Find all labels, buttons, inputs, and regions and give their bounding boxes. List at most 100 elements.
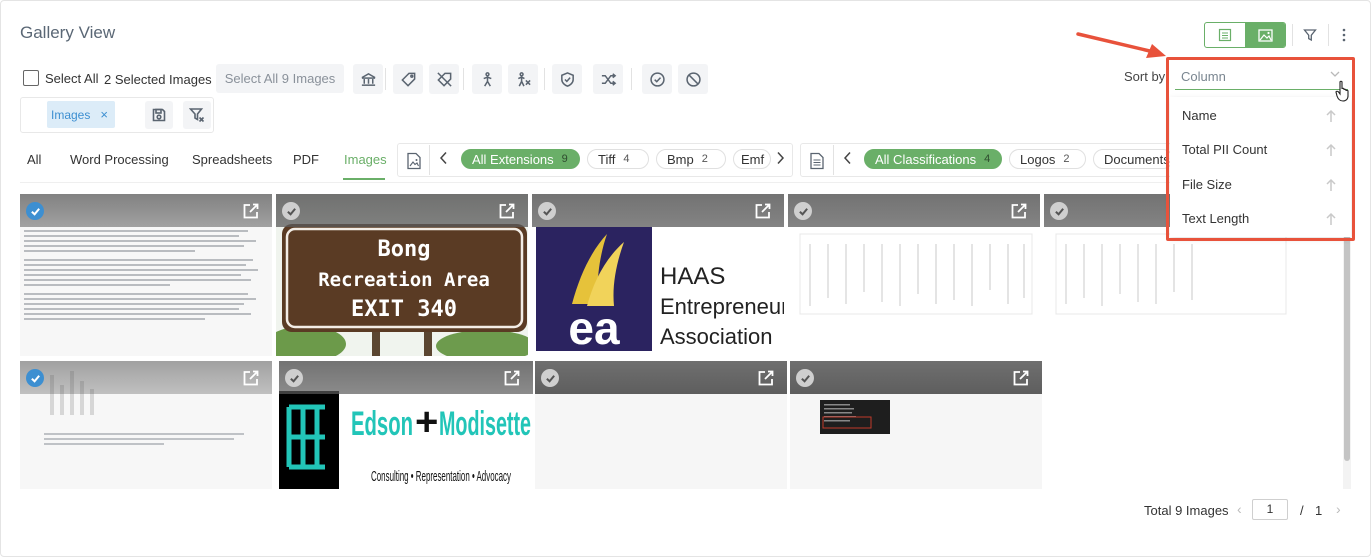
tab-spreadsheets[interactable]: Spreadsheets: [192, 152, 272, 167]
remove-tag-button[interactable]: [429, 64, 459, 94]
open-external-button[interactable]: [503, 369, 521, 387]
pill-count: 4: [623, 153, 630, 165]
bank-button[interactable]: [353, 64, 383, 94]
tab-word-processing[interactable]: Word Processing: [70, 152, 169, 167]
total-images: Total 9 Images: [1144, 503, 1229, 518]
approve-button[interactable]: [642, 64, 672, 94]
select-all-checkbox[interactable]: Select All: [23, 70, 98, 86]
open-external-button[interactable]: [1010, 202, 1028, 220]
more-options-button[interactable]: [1334, 22, 1354, 48]
svg-text:Recreation Area: Recreation Area: [318, 269, 490, 291]
card-select-checkbox[interactable]: [794, 202, 812, 220]
svg-text:ea: ea: [568, 302, 620, 354]
divider: [1292, 24, 1293, 46]
pill-count: 9: [561, 153, 568, 165]
card-select-checkbox[interactable]: [282, 202, 300, 220]
tag-icon: [400, 72, 415, 87]
filter-chip-images[interactable]: Images ×: [47, 101, 115, 128]
sort-label: Sort by: [1124, 69, 1166, 84]
svg-text:Bong: Bong: [378, 237, 431, 262]
image-gallery: Bong Recreation Area EXIT 340 ea HAAS En…: [20, 194, 1342, 489]
gallery-card[interactable]: [20, 194, 272, 356]
card-select-checkbox[interactable]: [796, 369, 814, 387]
filter-pill-all-classifications[interactable]: All Classifications 4: [864, 149, 1002, 169]
divider: [1328, 24, 1329, 46]
svg-text:Edson: Edson: [351, 405, 413, 443]
filter-pill-bmp[interactable]: Bmp 2: [656, 149, 726, 169]
tab-all[interactable]: All: [27, 152, 41, 167]
external-link-icon: [243, 203, 259, 219]
external-link-icon: [243, 370, 259, 386]
list-icon: [1218, 28, 1232, 42]
select-all-images-button[interactable]: Select All 9 Images: [216, 64, 344, 93]
gallery-card[interactable]: [20, 361, 272, 489]
check-icon: [30, 374, 40, 383]
document-thumbnail: [24, 230, 268, 323]
filter-pill-logos[interactable]: Logos 2: [1009, 149, 1086, 169]
tab-pdf[interactable]: PDF: [293, 152, 319, 167]
clear-filters-button[interactable]: [183, 101, 211, 129]
kebab-icon: [1342, 28, 1346, 42]
external-link-icon: [504, 370, 520, 386]
tab-images[interactable]: Images: [344, 152, 387, 167]
filter-pill-tiff[interactable]: Tiff 4: [587, 149, 649, 169]
card-header: [788, 194, 1040, 227]
previous-page-button[interactable]: ‹: [1237, 501, 1242, 517]
card-header: [20, 194, 272, 227]
divider: [429, 145, 430, 175]
card-select-checkbox[interactable]: [285, 369, 303, 387]
open-external-button[interactable]: [1012, 369, 1030, 387]
pill-count: 2: [701, 153, 708, 165]
classification-scroll-left-button[interactable]: [843, 151, 852, 168]
gallery-card[interactable]: Edson + Modisette Consulting • Represent…: [279, 361, 533, 489]
open-external-button[interactable]: [754, 202, 772, 220]
divider: [544, 68, 545, 90]
filter-pill-emf[interactable]: Emf: [733, 149, 771, 169]
pill-label: Documents: [1104, 151, 1170, 167]
open-external-button[interactable]: [498, 202, 516, 220]
open-external-button[interactable]: [242, 202, 260, 220]
next-page-button[interactable]: ›: [1336, 501, 1341, 517]
gallery-card[interactable]: [788, 194, 1040, 356]
list-view-button[interactable]: [1205, 23, 1245, 47]
pill-count: 2: [1063, 153, 1070, 165]
open-external-button[interactable]: [242, 369, 260, 387]
page-separator: /: [1300, 503, 1304, 518]
chevron-left-icon: [439, 151, 447, 165]
card-select-checkbox[interactable]: [1050, 202, 1068, 220]
reject-button[interactable]: [678, 64, 708, 94]
hand-cursor-icon: [1335, 80, 1349, 102]
card-header: [20, 361, 272, 394]
active-tab-indicator: [343, 178, 385, 180]
filter-pill-all-extensions[interactable]: All Extensions 9: [461, 149, 580, 169]
card-select-checkbox[interactable]: [538, 202, 556, 220]
gallery-card[interactable]: [790, 361, 1042, 489]
page-number-input[interactable]: 1: [1252, 499, 1288, 520]
page-title: Gallery View: [20, 23, 116, 42]
filter-pill-documents[interactable]: Documents: [1093, 149, 1173, 169]
open-external-button[interactable]: [757, 369, 775, 387]
extension-scroll-left-button[interactable]: [439, 151, 448, 168]
document-file-icon: [806, 150, 828, 172]
protect-button[interactable]: [552, 64, 582, 94]
assign-owner-button[interactable]: [472, 64, 502, 94]
gallery-view-button[interactable]: [1245, 23, 1285, 47]
close-icon[interactable]: ×: [100, 107, 108, 122]
filter-button[interactable]: [1296, 22, 1324, 48]
card-header: [532, 194, 784, 227]
save-filter-button[interactable]: [145, 101, 173, 129]
card-select-checkbox[interactable]: [541, 369, 559, 387]
gallery-card[interactable]: Bong Recreation Area EXIT 340: [276, 194, 528, 356]
tag-button[interactable]: [393, 64, 423, 94]
card-header: [535, 361, 787, 394]
gallery-card[interactable]: ea HAAS Entrepreneurs Association: [532, 194, 784, 356]
image-icon: [1257, 28, 1273, 42]
remove-owner-button[interactable]: [508, 64, 538, 94]
check-icon: [286, 207, 296, 216]
gallery-card[interactable]: [535, 361, 787, 489]
card-select-checkbox[interactable]: [26, 369, 44, 387]
card-select-checkbox[interactable]: [26, 202, 44, 220]
extension-scroll-right-button[interactable]: [776, 151, 785, 168]
shuffle-button[interactable]: [593, 64, 623, 94]
checkbox[interactable]: [23, 70, 39, 86]
